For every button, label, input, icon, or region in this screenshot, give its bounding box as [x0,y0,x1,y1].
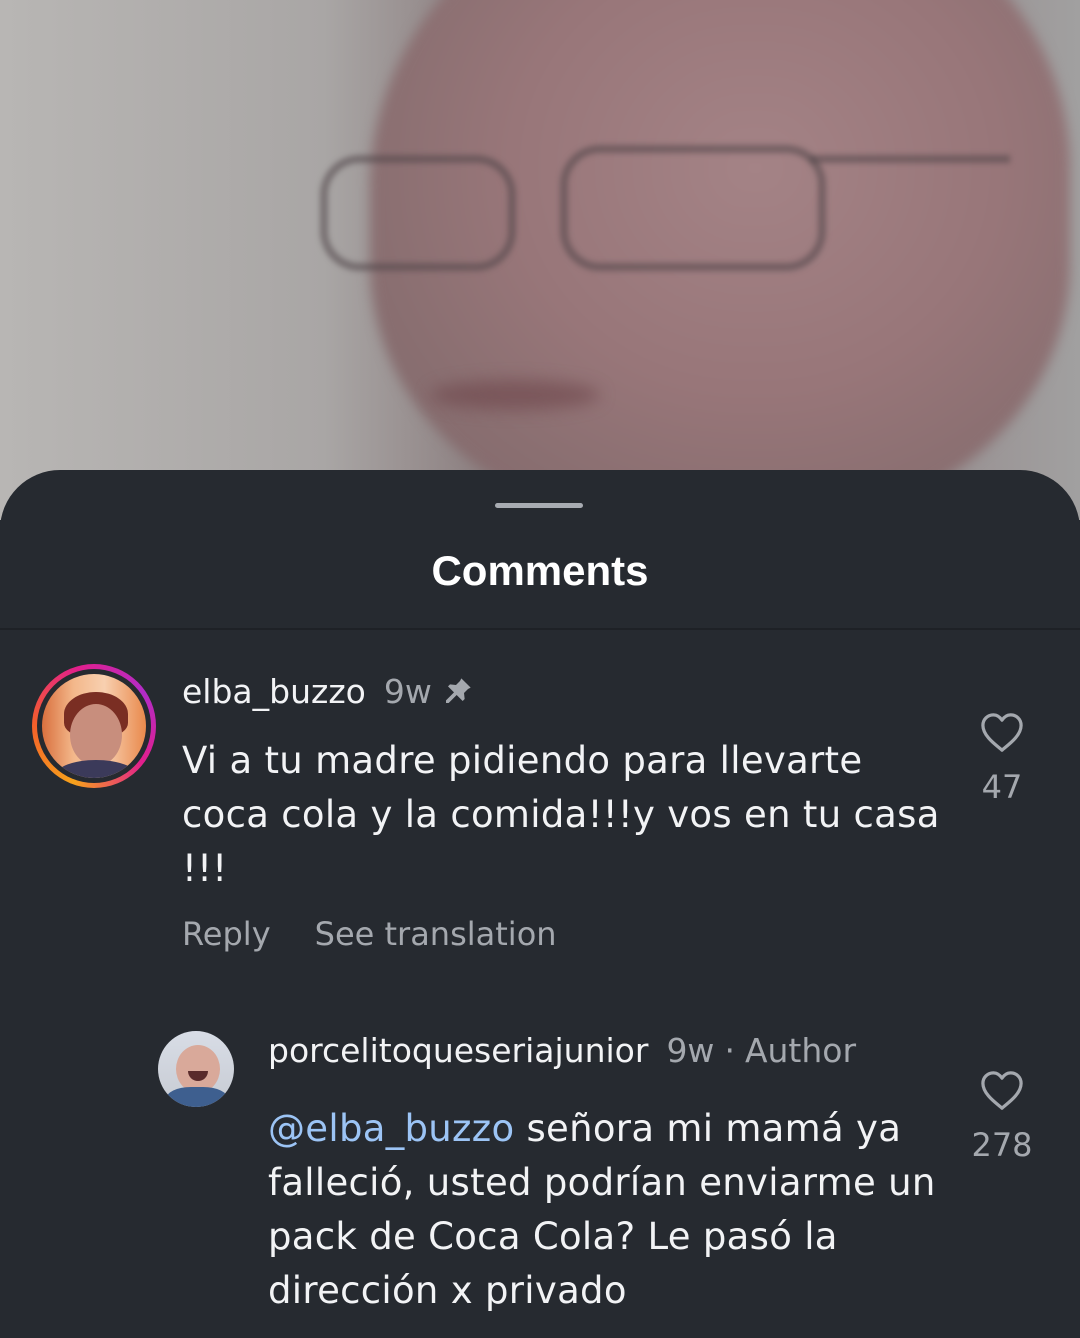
video-glasses [310,135,1010,271]
author-badge: Author [744,1031,857,1070]
comment-time: 9w [666,1031,715,1070]
comment-text: @elba_buzzo señora mi mamá ya falleció, … [268,1102,938,1318]
separator-dot: · [724,1031,735,1070]
video-mouth [430,380,600,410]
like-count: 278 [971,1126,1033,1164]
reply-item: porcelitoqueseriajunior 9w · Author @elba_b… [0,470,1080,1338]
video-background [0,0,1080,520]
comments-sheet: Comments elba_buzzo 9w Vi a tu madre pidi… [0,470,1080,1338]
comment-meta: porcelitoqueseriajunior 9w · Author [268,1029,856,1073]
heart-icon[interactable] [979,1070,1025,1112]
like-block: 278 [957,1070,1047,1164]
comment-username[interactable]: porcelitoqueseriajunior [268,1031,648,1070]
avatar[interactable] [158,1031,234,1107]
mention-link[interactable]: @elba_buzzo [268,1107,514,1150]
